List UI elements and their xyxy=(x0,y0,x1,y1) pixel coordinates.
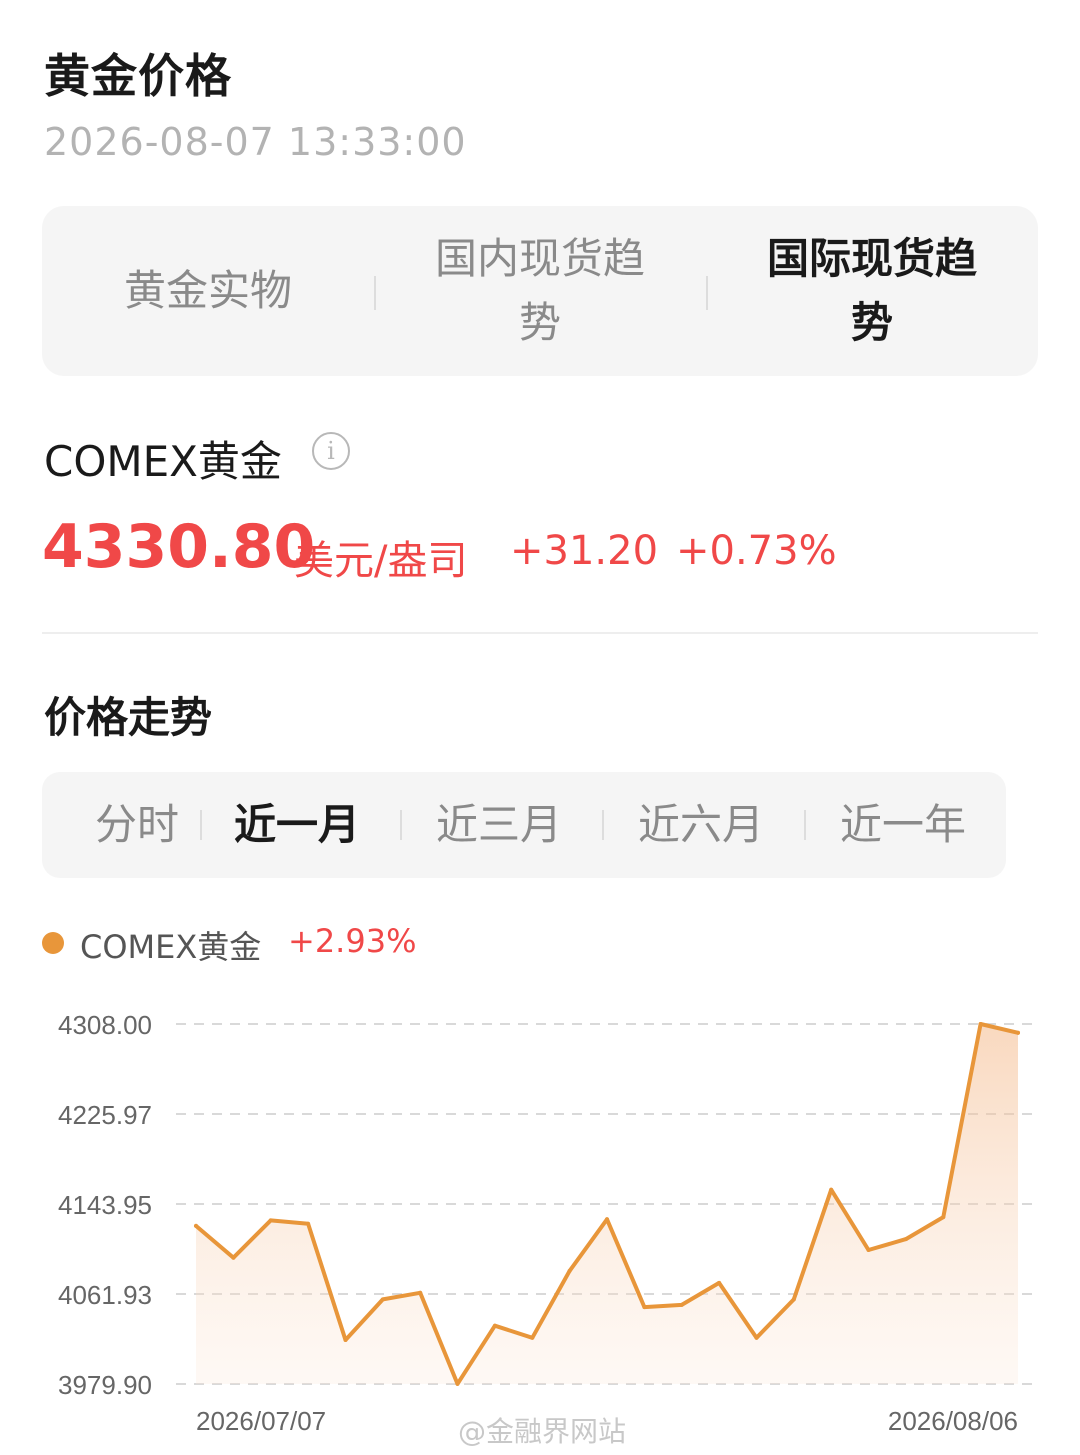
quote-price: 4330.80 xyxy=(42,512,316,582)
range-1-year[interactable]: 近一年 xyxy=(808,772,998,878)
data-point xyxy=(455,1381,460,1386)
y-tick-label: 4225.97 xyxy=(58,1100,152,1130)
range-divider xyxy=(400,810,402,840)
data-point xyxy=(530,1335,535,1340)
y-tick-label: 3979.90 xyxy=(58,1370,152,1400)
tab-label: 国际现货趋势 xyxy=(766,234,977,347)
data-point xyxy=(866,1248,871,1252)
y-tick-label: 4143.95 xyxy=(58,1190,152,1220)
x-tick-label-start: 2026/07/07 xyxy=(196,1406,326,1436)
section-divider xyxy=(42,632,1038,634)
data-point xyxy=(605,1217,609,1222)
range-divider xyxy=(804,810,806,840)
data-point xyxy=(343,1338,348,1342)
x-tick-label-end: 2026/08/06 xyxy=(888,1406,1018,1436)
data-point xyxy=(567,1268,572,1273)
quote-change-percent: +0.73% xyxy=(676,528,837,574)
data-point xyxy=(903,1237,908,1242)
data-point xyxy=(978,1022,983,1026)
data-point xyxy=(679,1302,684,1307)
y-tick-label: 4308.00 xyxy=(58,1010,152,1040)
data-point xyxy=(941,1215,946,1220)
data-point xyxy=(754,1335,759,1340)
price-trend-chart[interactable]: 4308.00 4225.97 4143.95 4061.93 3979.90 2026/… xyxy=(0,990,1080,1450)
info-icon[interactable]: i xyxy=(312,432,350,470)
data-point xyxy=(829,1187,834,1192)
legend-dot xyxy=(42,932,64,954)
series-area xyxy=(196,1024,1018,1384)
range-6-months[interactable]: 近六月 xyxy=(606,772,796,878)
range-selector: 分时 近一月 近三月 近六月 近一年 xyxy=(42,772,1006,878)
data-point xyxy=(791,1297,796,1302)
data-point xyxy=(717,1280,722,1285)
data-point xyxy=(231,1255,236,1260)
legend-series-change: +2.93% xyxy=(288,922,417,960)
quote-change: +31.20 xyxy=(510,528,659,574)
quote-unit: 美元/盎司 xyxy=(294,538,468,584)
data-point xyxy=(268,1218,273,1223)
range-divider xyxy=(602,810,604,840)
tab-gold-physical[interactable]: 黄金实物 xyxy=(42,206,374,376)
data-point xyxy=(642,1305,647,1310)
category-tabs: 黄金实物 国内现货趋势 国际现货趋势 xyxy=(42,206,1038,376)
quote-name: COMEX黄金 xyxy=(44,437,282,486)
range-1-month[interactable]: 近一月 xyxy=(202,772,392,878)
legend-series-name: COMEX黄金 xyxy=(80,928,262,966)
tab-international-spot-trend[interactable]: 国际现货趋势 xyxy=(706,206,1038,376)
data-point xyxy=(380,1297,385,1302)
data-point xyxy=(194,1223,198,1228)
data-point xyxy=(418,1290,423,1295)
tab-label: 国内现货趋势 xyxy=(434,234,645,347)
page-title: 黄金价格 xyxy=(44,49,232,103)
data-point xyxy=(306,1221,311,1226)
range-3-months[interactable]: 近三月 xyxy=(404,772,594,878)
data-point xyxy=(492,1323,497,1328)
trend-title: 价格走势 xyxy=(44,693,213,742)
data-point xyxy=(1016,1030,1020,1035)
tab-label: 黄金实物 xyxy=(123,266,292,315)
tab-domestic-spot-trend[interactable]: 国内现货趋势 xyxy=(374,206,706,376)
watermark: @金融界网站 xyxy=(458,1415,627,1448)
y-tick-label: 4061.93 xyxy=(58,1280,152,1310)
update-timestamp: 2026-08-07 13:33:00 xyxy=(44,120,467,164)
